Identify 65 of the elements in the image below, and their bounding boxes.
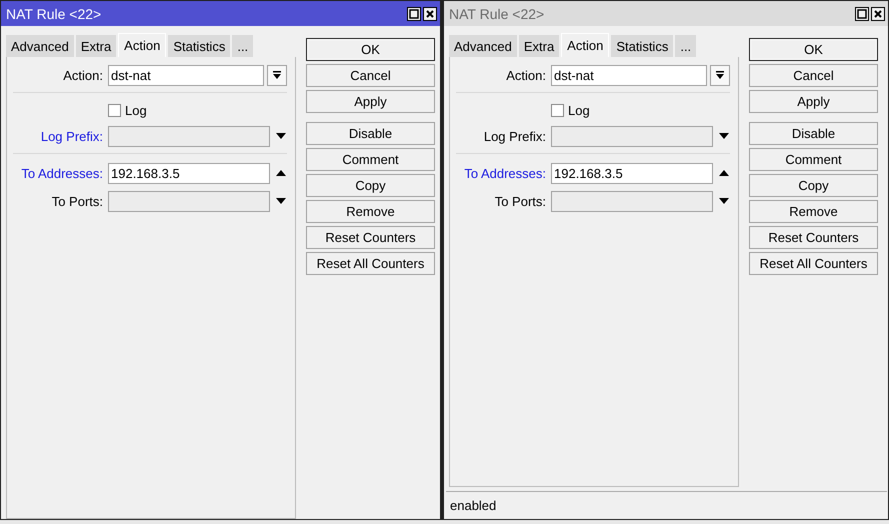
field-label: To Ports:: [50, 194, 104, 208]
window-title: NAT Rule <22>: [449, 6, 546, 22]
tab[interactable]: Advanced: [6, 35, 74, 57]
tab[interactable]: Statistics: [611, 35, 674, 57]
close-icon[interactable]: [423, 6, 437, 20]
down-arrow-icon[interactable]: [719, 198, 729, 204]
up-arrow-icon[interactable]: [719, 170, 729, 176]
close-icon[interactable]: [871, 6, 885, 20]
dialog-button[interactable]: OK: [306, 38, 435, 61]
select-field[interactable]: dst-nat: [551, 64, 707, 86]
dialog-button[interactable]: Reset Counters: [306, 226, 435, 249]
dialog-button[interactable]: Disable: [306, 122, 435, 145]
dialog-button[interactable]: Copy: [306, 174, 435, 197]
input-field[interactable]: [108, 126, 270, 146]
log-checkbox[interactable]: [108, 104, 121, 116]
log-checkbox[interactable]: [551, 104, 564, 116]
status-bar: enabled: [446, 491, 887, 518]
down-arrow-icon[interactable]: [276, 198, 286, 204]
field-label: To Addresses:: [463, 166, 547, 180]
tab[interactable]: Action: [118, 33, 166, 57]
tab[interactable]: Action: [561, 33, 610, 57]
dropdown-button[interactable]: [710, 64, 730, 86]
dialog-button[interactable]: Comment: [306, 148, 435, 171]
dialog-button[interactable]: Remove: [306, 200, 435, 223]
dialog-button[interactable]: Remove: [749, 200, 878, 223]
tab[interactable]: Statistics: [168, 35, 230, 57]
input-field[interactable]: [551, 190, 713, 212]
dialog-button[interactable]: Comment: [749, 148, 878, 171]
tab[interactable]: ...: [232, 35, 254, 57]
field-label: To Ports:: [494, 194, 547, 208]
down-arrow-icon[interactable]: [276, 133, 286, 139]
checkbox-label: Log: [568, 102, 590, 118]
dialog-button[interactable]: Cancel: [306, 64, 435, 87]
down-arrow-icon[interactable]: [719, 133, 729, 139]
dropdown-icon: [273, 71, 281, 79]
tab[interactable]: ...: [675, 35, 696, 57]
dialog-button[interactable]: Apply: [306, 90, 435, 113]
dropdown-icon: [716, 71, 724, 79]
maximize-icon[interactable]: [407, 6, 421, 20]
input-field[interactable]: [108, 190, 270, 212]
dialog-button[interactable]: Cancel: [749, 64, 878, 87]
input-field[interactable]: 192.168.3.5: [108, 162, 270, 184]
input-field[interactable]: [551, 126, 713, 146]
field-label: Action:: [62, 68, 104, 82]
dialog-button[interactable]: Reset All Counters: [306, 252, 435, 275]
maximize-icon[interactable]: [855, 6, 869, 20]
field-label: Action:: [505, 68, 547, 82]
dropdown-button[interactable]: [267, 64, 287, 86]
checkbox-label: Log: [125, 102, 147, 118]
tab[interactable]: Advanced: [449, 35, 517, 57]
up-arrow-icon[interactable]: [276, 170, 286, 176]
field-label: Log Prefix:: [40, 128, 104, 144]
select-field[interactable]: dst-nat: [108, 64, 264, 86]
window-title: NAT Rule <22>: [6, 6, 102, 22]
dialog-button[interactable]: Apply: [749, 90, 878, 113]
tab[interactable]: Extra: [518, 35, 560, 57]
tab[interactable]: Extra: [76, 35, 116, 57]
field-label: Log Prefix:: [482, 128, 547, 144]
dialog-button[interactable]: Copy: [749, 174, 878, 197]
dialog-button[interactable]: Reset All Counters: [749, 252, 878, 275]
dialog-button[interactable]: Reset Counters: [749, 226, 878, 249]
input-field[interactable]: 192.168.3.5: [551, 162, 713, 184]
dialog-button[interactable]: Disable: [749, 122, 878, 145]
dialog-button[interactable]: OK: [749, 38, 878, 61]
field-label: To Addresses:: [20, 166, 104, 180]
